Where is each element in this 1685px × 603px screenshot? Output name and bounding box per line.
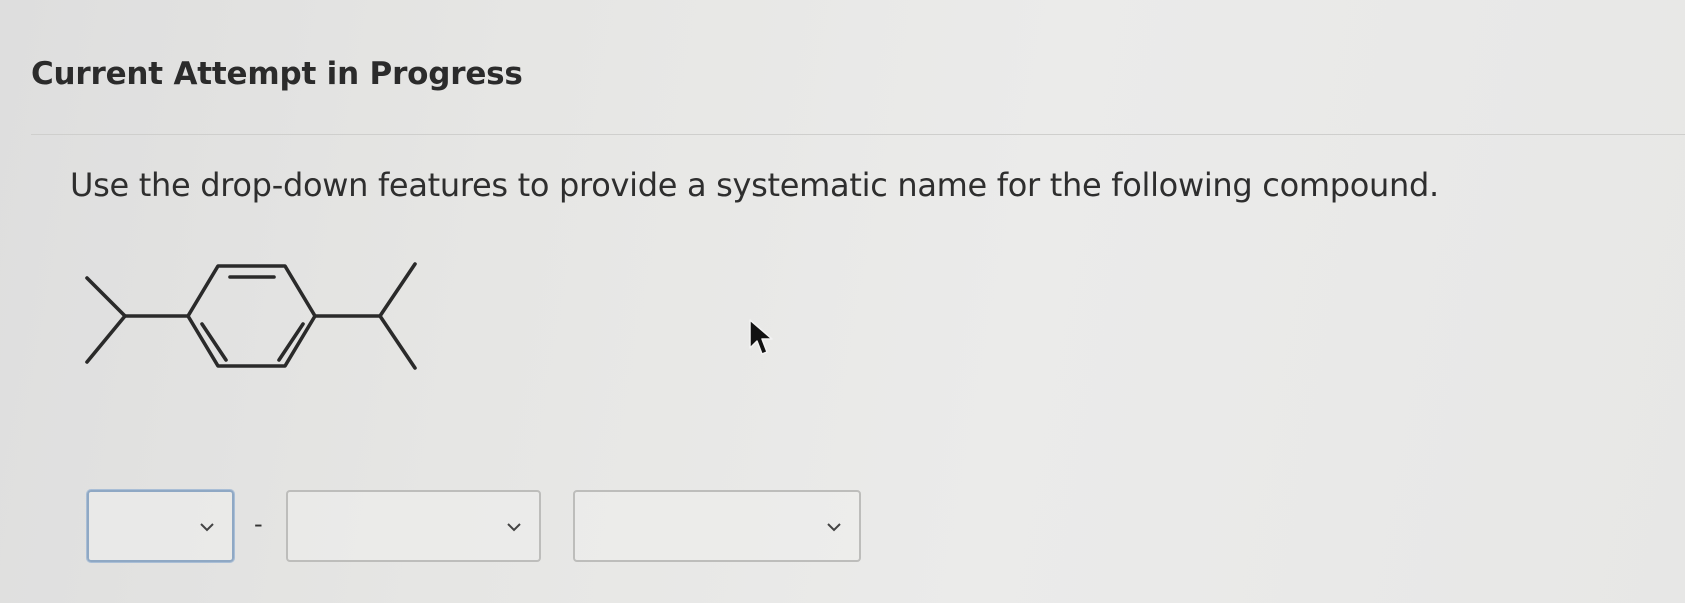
title-divider <box>31 134 1685 135</box>
substituent-dropdown[interactable] <box>286 490 541 562</box>
mouse-cursor-icon <box>749 319 773 355</box>
page-title: Current Attempt in Progress <box>31 56 523 92</box>
compound-structure <box>85 262 417 370</box>
chevron-down-icon <box>507 523 521 532</box>
locants-dropdown[interactable] <box>87 490 234 562</box>
parent-name-dropdown[interactable] <box>573 490 861 562</box>
name-separator: - <box>254 510 263 538</box>
chevron-down-icon <box>200 523 214 532</box>
question-prompt: Use the drop-down features to provide a … <box>70 166 1439 204</box>
chevron-down-icon <box>827 523 841 532</box>
